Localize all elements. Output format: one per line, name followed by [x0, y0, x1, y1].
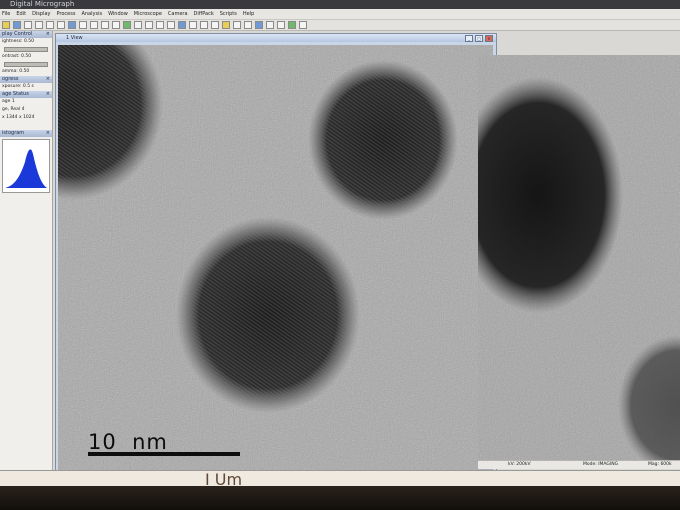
- oval-tool-icon[interactable]: [156, 21, 164, 29]
- progress-title: ogress: [2, 76, 19, 82]
- contrast-label: ontrast: 0.50: [2, 54, 32, 59]
- arrow-tool-icon[interactable]: [145, 21, 153, 29]
- grid-icon[interactable]: [211, 21, 219, 29]
- menu-file[interactable]: File: [2, 9, 10, 19]
- histogram-title: istogram: [2, 130, 25, 136]
- zoom-out-icon[interactable]: [244, 21, 252, 29]
- image-status-title: age Status: [2, 91, 29, 97]
- scale-bar-label: 10 nm: [88, 430, 168, 454]
- close-icon[interactable]: ×: [46, 91, 50, 98]
- tem-micrograph: [58, 45, 493, 470]
- annotate-icon[interactable]: [222, 21, 230, 29]
- app-title-bar: Digital Micrograph: [0, 0, 680, 9]
- desk-ruler: I Um: [0, 470, 680, 487]
- left-sidebar: play Control × ightness: 0.50 ontrast: 0.…: [0, 31, 53, 486]
- open-icon[interactable]: [2, 21, 10, 29]
- menu-edit[interactable]: Edit: [16, 9, 26, 19]
- cut-icon[interactable]: [35, 21, 43, 29]
- filter-icon[interactable]: [266, 21, 274, 29]
- crosshair-icon[interactable]: [167, 21, 175, 29]
- menu-process[interactable]: Process: [57, 9, 76, 19]
- brightness-slider[interactable]: [4, 47, 48, 52]
- roi-icon[interactable]: [189, 21, 197, 29]
- menu-camera[interactable]: Camera: [168, 9, 188, 19]
- profile-icon[interactable]: [200, 21, 208, 29]
- image-window: 1 View _ □ ×: [55, 33, 497, 475]
- scale-bar-unit: nm: [132, 430, 168, 454]
- menu-scripts[interactable]: Scripts: [220, 9, 237, 19]
- maximize-button[interactable]: □: [475, 35, 483, 42]
- image-status-header[interactable]: age Status ×: [0, 91, 52, 98]
- histogram-plot[interactable]: [2, 139, 50, 193]
- copy-icon[interactable]: [46, 21, 54, 29]
- progress-header[interactable]: ogress ×: [0, 76, 52, 83]
- monitor-screen: Digital Micrograph File Edit Display Pro…: [0, 0, 680, 490]
- close-button[interactable]: ×: [485, 35, 493, 42]
- menu-microscope[interactable]: Microscope: [134, 9, 162, 19]
- status-voltage: kV: 200kV: [508, 462, 531, 467]
- rect-select-icon[interactable]: [123, 21, 131, 29]
- tem-micrograph-secondary: [478, 55, 680, 460]
- status-mag: Mag: 600k: [648, 462, 672, 467]
- monitor-bezel: [0, 486, 680, 510]
- exposure-label: xposure: 0.5 s: [2, 84, 34, 89]
- redo-icon[interactable]: [79, 21, 87, 29]
- settings-icon[interactable]: [299, 21, 307, 29]
- save-icon[interactable]: [13, 21, 21, 29]
- image-window-titlebar[interactable]: 1 View _ □ ×: [56, 34, 496, 42]
- minimize-button[interactable]: _: [465, 35, 473, 42]
- close-icon[interactable]: ×: [46, 76, 50, 83]
- histogram-header[interactable]: istogram ×: [0, 130, 52, 137]
- histogram-graph: [5, 149, 47, 188]
- second-tem-image[interactable]: [478, 55, 680, 460]
- undo-icon[interactable]: [68, 21, 76, 29]
- image-status-line: ge, Real 4: [2, 107, 25, 112]
- toolbar: [0, 20, 680, 31]
- paste-icon[interactable]: [57, 21, 65, 29]
- measure-icon[interactable]: [277, 21, 285, 29]
- app-title: Digital Micrograph: [10, 0, 75, 8]
- window-controls: _ □ ×: [465, 35, 493, 42]
- camera-icon[interactable]: [288, 21, 296, 29]
- image-window-title: 1 View: [66, 35, 83, 41]
- zoom-in-icon[interactable]: [233, 21, 241, 29]
- close-icon[interactable]: ×: [46, 31, 50, 38]
- pointer-icon[interactable]: [178, 21, 186, 29]
- tem-image[interactable]: [58, 45, 493, 470]
- image-status-line: age 1: [2, 99, 15, 104]
- menu-analysis[interactable]: Analysis: [81, 9, 102, 19]
- gamma-label: amma: 0.50: [2, 69, 30, 74]
- contrast-slider[interactable]: [4, 62, 48, 67]
- hand-tool-icon[interactable]: [112, 21, 120, 29]
- ruler-text: I Um: [205, 470, 243, 487]
- image-status-line: x 1344 x 1024: [2, 115, 35, 120]
- status-mode: Mode: IMAGING: [583, 462, 619, 467]
- display-control-header[interactable]: play Control ×: [0, 31, 52, 38]
- menu-bar: File Edit Display Process Analysis Windo…: [0, 9, 680, 20]
- print-icon[interactable]: [24, 21, 32, 29]
- scale-bar-value: 10: [88, 430, 117, 454]
- menu-help[interactable]: Help: [243, 9, 254, 19]
- brightness-label: ightness: 0.50: [2, 39, 34, 44]
- menu-diffpack[interactable]: DiffPack: [194, 9, 214, 19]
- text-tool-icon[interactable]: [90, 21, 98, 29]
- display-control-title: play Control: [2, 31, 33, 37]
- menu-window[interactable]: Window: [108, 9, 128, 19]
- status-bar: kV: 200kV Mode: IMAGING Mag: 600k: [478, 460, 680, 469]
- menu-display[interactable]: Display: [32, 9, 50, 19]
- scale-bar: [88, 452, 240, 456]
- fft-icon[interactable]: [255, 21, 263, 29]
- magnify-icon[interactable]: [101, 21, 109, 29]
- line-tool-icon[interactable]: [134, 21, 142, 29]
- close-icon[interactable]: ×: [46, 130, 50, 137]
